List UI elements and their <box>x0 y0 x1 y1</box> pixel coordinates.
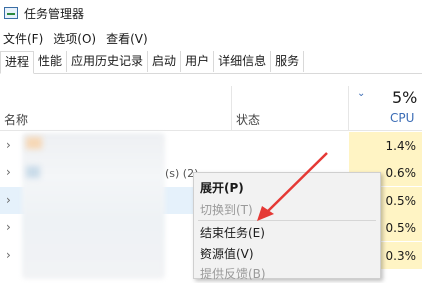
ctx-label: 切换到(T) <box>200 203 253 217</box>
tab-startup[interactable]: 启动 <box>148 51 182 72</box>
tab-processes[interactable]: 进程 <box>0 51 35 74</box>
context-menu: 展开(P) 切换到(T) 结束任务(E) 资源值(V) › 提供反馈(B) <box>193 172 381 281</box>
process-icon <box>26 166 40 178</box>
ctx-end-task[interactable]: 结束任务(E) <box>194 220 380 242</box>
ctx-expand[interactable]: 展开(P) <box>194 175 380 197</box>
tab-app-history[interactable]: 应用历史记录 <box>67 51 149 72</box>
cpu-total: 5% <box>392 88 418 107</box>
menu-view[interactable]: 查看(V) <box>103 30 151 47</box>
chevron-right-icon[interactable]: › <box>6 138 11 152</box>
tab-bar: 进程 性能 应用历史记录 启动 用户 详细信息 服务 <box>0 51 422 74</box>
chevron-right-icon[interactable]: › <box>6 193 11 207</box>
column-header-cpu[interactable]: CPU <box>390 111 414 125</box>
window-title: 任务管理器 <box>24 6 85 21</box>
chevron-right-icon: › <box>200 245 205 259</box>
header-divider <box>0 130 422 131</box>
tab-services[interactable]: 服务 <box>271 51 305 72</box>
cpu-value: 0.5% <box>385 194 417 208</box>
ctx-feedback[interactable]: 提供反馈(B) <box>194 261 380 283</box>
tab-details[interactable]: 详细信息 <box>214 51 272 72</box>
redacted-process-names <box>22 133 165 279</box>
chevron-down-icon[interactable]: ⌄ <box>357 88 365 99</box>
menu-file[interactable]: 文件(F) <box>0 30 46 47</box>
ctx-label: 结束任务(E) <box>200 226 265 240</box>
cpu-cell: 1.4% <box>349 132 422 159</box>
menu-options[interactable]: 选项(O) <box>50 30 99 47</box>
column-header-status[interactable]: 状态 <box>236 111 260 128</box>
tab-performance[interactable]: 性能 <box>34 51 68 72</box>
ctx-resource-values[interactable]: 资源值(V) › <box>194 241 380 263</box>
cpu-value: 1.4% <box>385 139 417 153</box>
ctx-label: 提供反馈(B) <box>200 267 266 281</box>
chevron-right-icon[interactable]: › <box>6 220 11 234</box>
process-icon <box>26 137 42 149</box>
title-bar: 任务管理器 <box>0 0 422 26</box>
cpu-value: 0.5% <box>385 221 417 235</box>
task-manager-icon <box>4 7 18 19</box>
column-divider <box>231 86 232 130</box>
cpu-value: 0.6% <box>385 166 417 180</box>
menu-bar: 文件(F) 选项(O) 查看(V) <box>0 28 155 48</box>
chevron-right-icon[interactable]: › <box>6 248 11 262</box>
ctx-switch-to[interactable]: 切换到(T) <box>194 197 380 219</box>
ctx-label: 展开(P) <box>200 181 244 195</box>
chevron-right-icon[interactable]: › <box>6 165 11 179</box>
tab-users[interactable]: 用户 <box>181 51 215 72</box>
column-header-name[interactable]: 名称 <box>4 111 28 128</box>
cpu-value: 0.3% <box>385 249 417 263</box>
